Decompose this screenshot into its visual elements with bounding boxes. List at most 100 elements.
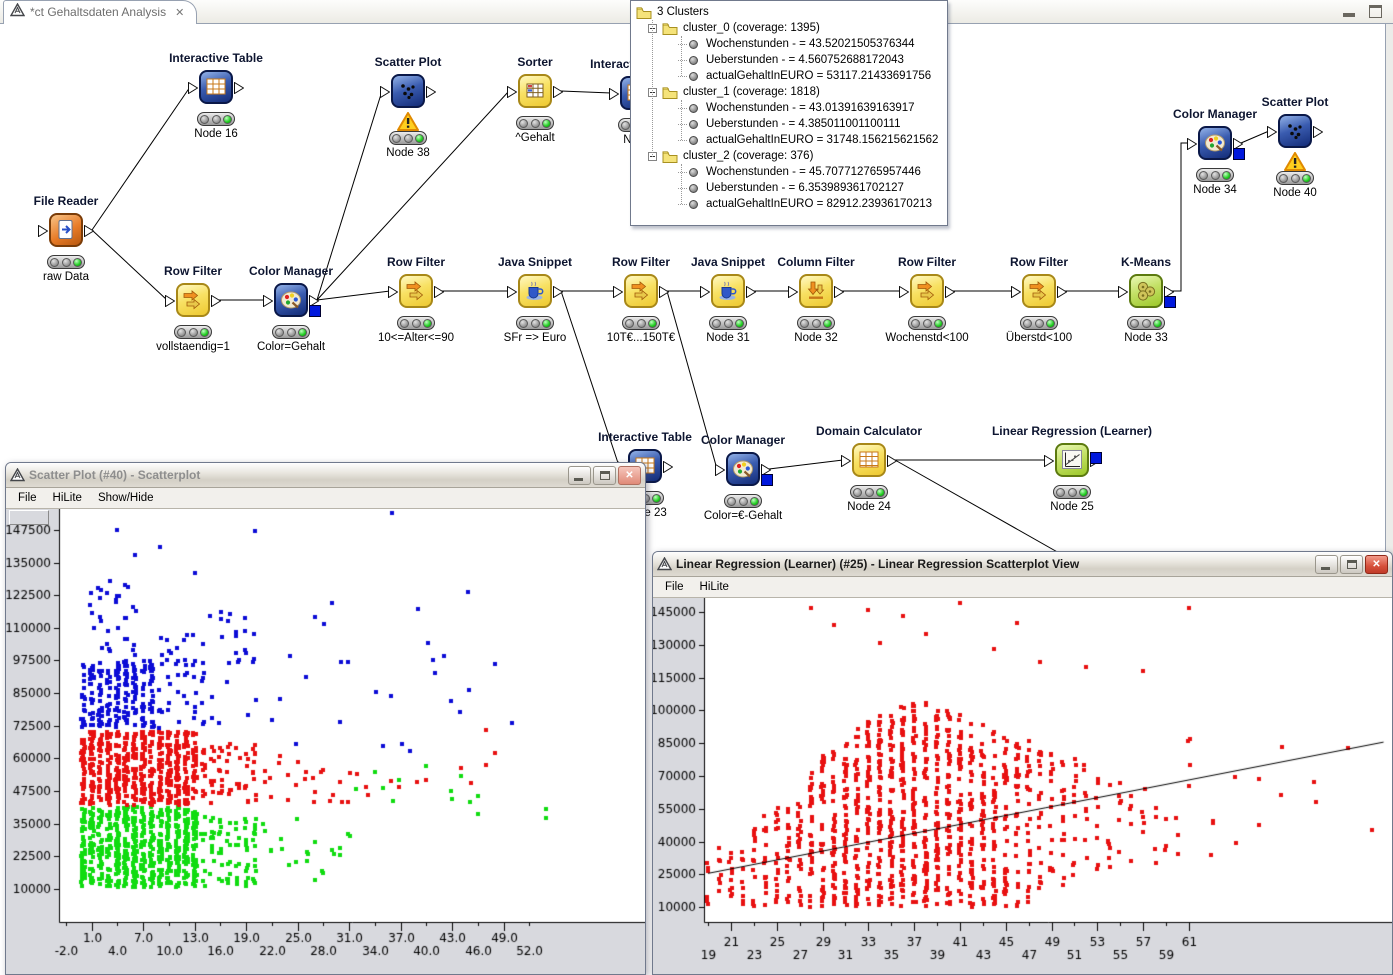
tree-leaf-row[interactable]: actualGehaltInEURO = 82912.23936170213: [631, 196, 947, 212]
output-port[interactable]: [887, 454, 898, 468]
input-port[interactable]: [188, 81, 199, 95]
knime-window-icon: [656, 556, 673, 571]
tree-cluster-row[interactable]: cluster_0 (coverage: 1395): [631, 20, 947, 36]
output-port[interactable]: [1313, 125, 1324, 139]
maximize-view-button[interactable]: [1368, 4, 1385, 19]
node-color-manager-2[interactable]: Color Manager Node 34: [1173, 107, 1257, 196]
tree-leaf-row[interactable]: Ueberstunden - = 4.385011001100111: [631, 116, 947, 132]
tree-cluster-row[interactable]: cluster_1 (coverage: 1818): [631, 84, 947, 100]
regression-canvas[interactable]: [653, 598, 1392, 974]
tree-leaf-row[interactable]: Ueberstunden - = 6.353989361702127: [631, 180, 947, 196]
input-port[interactable]: [263, 294, 274, 308]
tree-guide-line: [652, 20, 653, 157]
minimize-button[interactable]: [1315, 554, 1338, 574]
minimize-button[interactable]: [568, 465, 591, 485]
input-port[interactable]: [507, 285, 518, 299]
tree-leaf-row[interactable]: actualGehaltInEURO = 53117.21433691756: [631, 68, 947, 84]
editor-tab[interactable]: *ct Gehaltsdaten Analysis ✕: [3, 0, 198, 24]
model-port[interactable]: [309, 305, 321, 317]
model-port[interactable]: [761, 474, 773, 486]
output-port[interactable]: [659, 285, 670, 299]
model-port[interactable]: [1090, 452, 1102, 464]
input-port[interactable]: [507, 85, 518, 99]
node-k-means[interactable]: K-Means Node 33: [1118, 255, 1176, 344]
node-column-filter[interactable]: Column Filter Node 32: [777, 255, 854, 344]
tab-close-icon[interactable]: ✕: [175, 6, 184, 19]
traffic-light-status: [1020, 316, 1058, 330]
output-port[interactable]: [434, 285, 445, 299]
input-port[interactable]: [1044, 454, 1055, 468]
node-file-reader[interactable]: File Reader raw Data: [34, 194, 99, 283]
menu-show-hide[interactable]: Show/Hide: [90, 490, 162, 506]
tree-root-row[interactable]: 3 Clusters: [631, 4, 947, 20]
scatter-plot-window[interactable]: Scatter Plot (#40) - Scatterplot ✕ File H…: [5, 462, 646, 975]
output-port[interactable]: [1057, 285, 1068, 299]
tab-title: *ct Gehaltsdaten Analysis: [30, 5, 167, 19]
tree-leaf-row[interactable]: Wochenstunden - = 43.01391639163917: [631, 100, 947, 116]
input-port[interactable]: [388, 285, 399, 299]
node-interactive-table-16[interactable]: Interactive Table Node 16: [169, 51, 263, 140]
output-port[interactable]: [945, 285, 956, 299]
input-port[interactable]: [1011, 285, 1022, 299]
tree-leaf-row[interactable]: Wochenstunden - = 45.707712765957446: [631, 164, 947, 180]
node-color-manager-1[interactable]: Color Manager Color=Gehalt: [249, 264, 333, 353]
close-button[interactable]: ✕: [1365, 554, 1388, 574]
maximize-button[interactable]: [593, 465, 616, 485]
tree-leaf-row[interactable]: Ueberstunden - = 4.560752688172043: [631, 52, 947, 68]
tree-cluster-row[interactable]: cluster_2 (coverage: 376): [631, 148, 947, 164]
output-port[interactable]: [553, 285, 564, 299]
input-port[interactable]: [841, 454, 852, 468]
output-port[interactable]: [84, 224, 95, 238]
node-sorter[interactable]: Sorter ^Gehalt: [507, 55, 564, 144]
output-port[interactable]: [834, 285, 845, 299]
output-port[interactable]: [426, 85, 437, 99]
connection-wire: [560, 90, 612, 94]
maximize-button[interactable]: [1340, 554, 1363, 574]
input-port[interactable]: [1187, 137, 1198, 151]
node-scatter-plot-40[interactable]: Scatter Plot Node 40: [1262, 95, 1329, 199]
input-port[interactable]: [700, 285, 711, 299]
input-port[interactable]: [613, 285, 624, 299]
node-domain-calculator[interactable]: Domain Calculator Node 24: [816, 424, 922, 513]
scatter-window-titlebar[interactable]: Scatter Plot (#40) - Scatterplot ✕: [6, 463, 645, 488]
menu-hilite[interactable]: HiLite: [692, 579, 737, 595]
rowfilter-icon: [910, 274, 944, 308]
node-row-filter-4[interactable]: Row Filter Wochenstd<100: [885, 255, 968, 344]
rowfilter-icon: [176, 283, 210, 317]
node-row-filter-2[interactable]: Row Filter 10<=Alter<=90: [378, 255, 454, 344]
tree-leaf-row[interactable]: actualGehaltInEURO = 31748.156215621562: [631, 132, 947, 148]
input-port[interactable]: [788, 285, 799, 299]
input-port[interactable]: [38, 224, 49, 238]
menu-hilite[interactable]: HiLite: [45, 490, 90, 506]
input-port[interactable]: [715, 463, 726, 477]
input-port[interactable]: [609, 87, 620, 101]
node-row-filter-3[interactable]: Row Filter 10T€...150T€: [607, 255, 675, 344]
menu-file[interactable]: File: [10, 490, 45, 506]
input-port[interactable]: [165, 294, 176, 308]
node-java-snippet-1[interactable]: Java Snippet SFr => Euro: [498, 255, 572, 344]
menu-file[interactable]: File: [657, 579, 692, 595]
output-port[interactable]: [663, 460, 674, 474]
input-port[interactable]: [899, 285, 910, 299]
model-port[interactable]: [1233, 148, 1245, 160]
output-port[interactable]: [234, 81, 245, 95]
scatterplot-canvas[interactable]: [6, 509, 645, 974]
input-port[interactable]: [380, 85, 391, 99]
node-linear-regression[interactable]: Linear Regression (Learner) Node 25: [992, 424, 1152, 513]
linear-regression-window[interactable]: Linear Regression (Learner) (#25) - Line…: [652, 551, 1393, 975]
node-scatter-plot-38[interactable]: Scatter Plot Node 38: [375, 55, 442, 159]
node-java-snippet-2[interactable]: Java Snippet Node 31: [691, 255, 765, 344]
output-port[interactable]: [211, 294, 222, 308]
close-button[interactable]: ✕: [618, 465, 641, 485]
regression-window-titlebar[interactable]: Linear Regression (Learner) (#25) - Line…: [653, 552, 1392, 577]
output-port[interactable]: [746, 285, 757, 299]
node-color-manager-3[interactable]: Color Manager Color=€-Gehalt: [701, 433, 785, 522]
minimize-view-button[interactable]: [1341, 5, 1358, 19]
model-port[interactable]: [1164, 296, 1176, 308]
node-row-filter-1[interactable]: Row Filter vollstaendig=1: [156, 264, 230, 353]
input-port[interactable]: [1267, 125, 1278, 139]
tree-leaf-row[interactable]: Wochenstunden - = 43.52021505376344: [631, 36, 947, 52]
output-port[interactable]: [553, 85, 564, 99]
node-row-filter-5[interactable]: Row Filter Überstd<100: [1006, 255, 1072, 344]
input-port[interactable]: [1118, 285, 1129, 299]
